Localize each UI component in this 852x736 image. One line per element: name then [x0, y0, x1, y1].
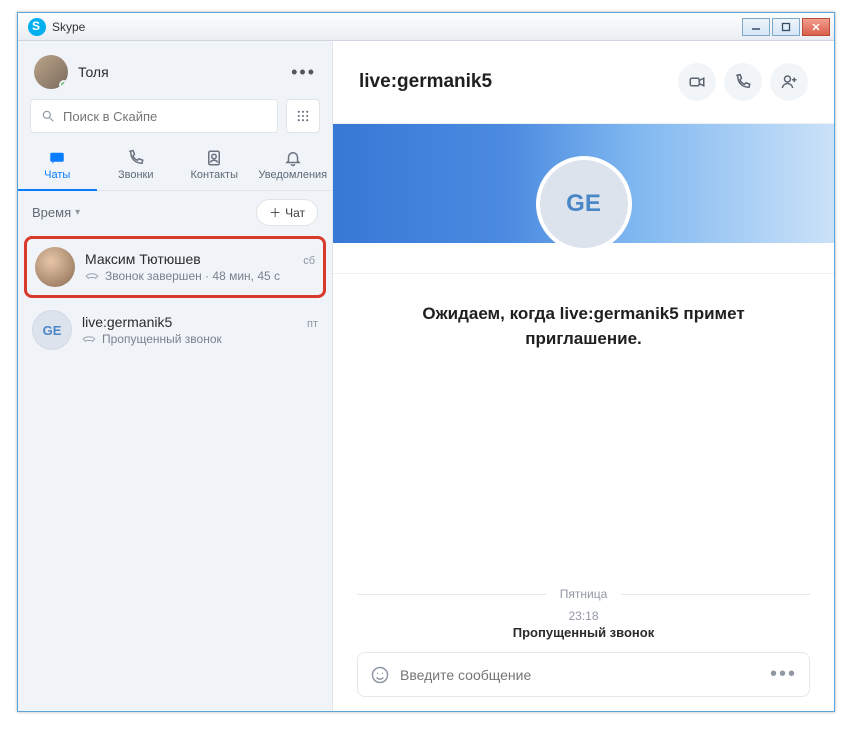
message-input[interactable] — [400, 667, 760, 683]
search-icon — [41, 109, 55, 123]
tab-calls-label: Звонки — [118, 169, 154, 181]
emoji-icon[interactable] — [370, 665, 390, 685]
window-title: Skype — [52, 20, 85, 34]
contact-name: live:germanik5 — [82, 314, 172, 330]
bell-icon — [284, 149, 302, 167]
missed-call-time: 23:18 — [357, 609, 810, 623]
conversation-subtitle: Звонок завершен · 48 мин, 45 с — [105, 269, 280, 283]
tab-contacts[interactable]: Контакты — [175, 143, 254, 190]
missed-call-label: Пропущенный звонок — [357, 625, 810, 640]
missed-call-icon — [82, 333, 96, 345]
titlebar: Skype — [18, 13, 834, 41]
new-chat-button[interactable]: ＋Чат — [256, 199, 318, 226]
conversation-subtitle: Пропущенный звонок — [102, 332, 222, 346]
conversation-timestamp: пт — [307, 318, 318, 330]
contact-avatar: GE — [32, 310, 72, 350]
call-ended-icon — [85, 270, 99, 282]
missed-call-entry: 23:18 Пропущенный звонок — [357, 609, 810, 640]
contact-name: Максим Тютюшев — [85, 251, 201, 267]
day-separator: Пятница — [357, 587, 810, 601]
phone-icon — [734, 73, 752, 91]
dialpad-button[interactable] — [286, 99, 320, 133]
chat-avatar[interactable]: GE — [536, 156, 632, 252]
search-container[interactable] — [30, 99, 278, 133]
search-input[interactable] — [63, 109, 267, 124]
add-person-button[interactable] — [770, 63, 808, 101]
conversation-item[interactable]: GE live:germanik5 пт Пропущенный звонок — [18, 300, 332, 360]
invite-pending-text: Ожидаем, когда live:germanik5 примет при… — [333, 274, 834, 351]
chat-pane: live:germanik5 GE Ожидаем, когда live:ge… — [333, 41, 834, 711]
filter-time[interactable]: Время ▾ — [32, 205, 80, 220]
tab-contacts-label: Контакты — [190, 169, 238, 181]
conversation-timestamp: сб — [303, 255, 315, 267]
tab-notifications[interactable]: Уведомления — [254, 143, 333, 190]
user-avatar[interactable] — [34, 55, 68, 89]
more-menu-button[interactable]: ••• — [291, 62, 316, 83]
person-add-icon — [780, 73, 798, 91]
chat-title: live:germanik5 — [359, 71, 492, 93]
conversation-list: Максим Тютюшев сб Звонок завершен · 48 м… — [18, 234, 332, 711]
nav-tabs: Чаты Звонки Контакты Уведомления — [18, 143, 332, 191]
minimize-button[interactable] — [742, 18, 770, 36]
phone-icon — [127, 149, 145, 167]
contact-avatar — [35, 247, 75, 287]
presence-online-icon — [59, 80, 68, 89]
chat-hero: GE — [333, 124, 834, 274]
video-call-button[interactable] — [678, 63, 716, 101]
chat-header: live:germanik5 — [333, 41, 834, 124]
chat-timeline: Пятница 23:18 Пропущенный звонок ••• — [333, 351, 834, 711]
skype-icon — [28, 18, 46, 36]
chevron-down-icon: ▾ — [75, 207, 80, 218]
video-icon — [688, 73, 706, 91]
tab-chats[interactable]: Чаты — [18, 143, 97, 191]
audio-call-button[interactable] — [724, 63, 762, 101]
message-composer: ••• — [357, 652, 810, 697]
contacts-icon — [205, 149, 223, 167]
plus-icon: ＋ — [269, 204, 281, 221]
maximize-button[interactable] — [772, 18, 800, 36]
tab-calls[interactable]: Звонки — [97, 143, 176, 190]
sidebar: Толя ••• Чаты Звонки — [18, 41, 333, 711]
close-button[interactable] — [802, 18, 830, 36]
composer-more-button[interactable]: ••• — [770, 663, 797, 686]
day-label: Пятница — [560, 587, 608, 601]
tab-chats-label: Чаты — [44, 169, 70, 181]
chat-icon — [48, 149, 66, 167]
tab-notifications-label: Уведомления — [258, 169, 327, 181]
dialpad-icon — [296, 109, 310, 123]
app-window: Skype Толя ••• — [17, 12, 835, 712]
conversation-item[interactable]: Максим Тютюшев сб Звонок завершен · 48 м… — [24, 236, 326, 298]
username[interactable]: Толя — [78, 64, 109, 80]
